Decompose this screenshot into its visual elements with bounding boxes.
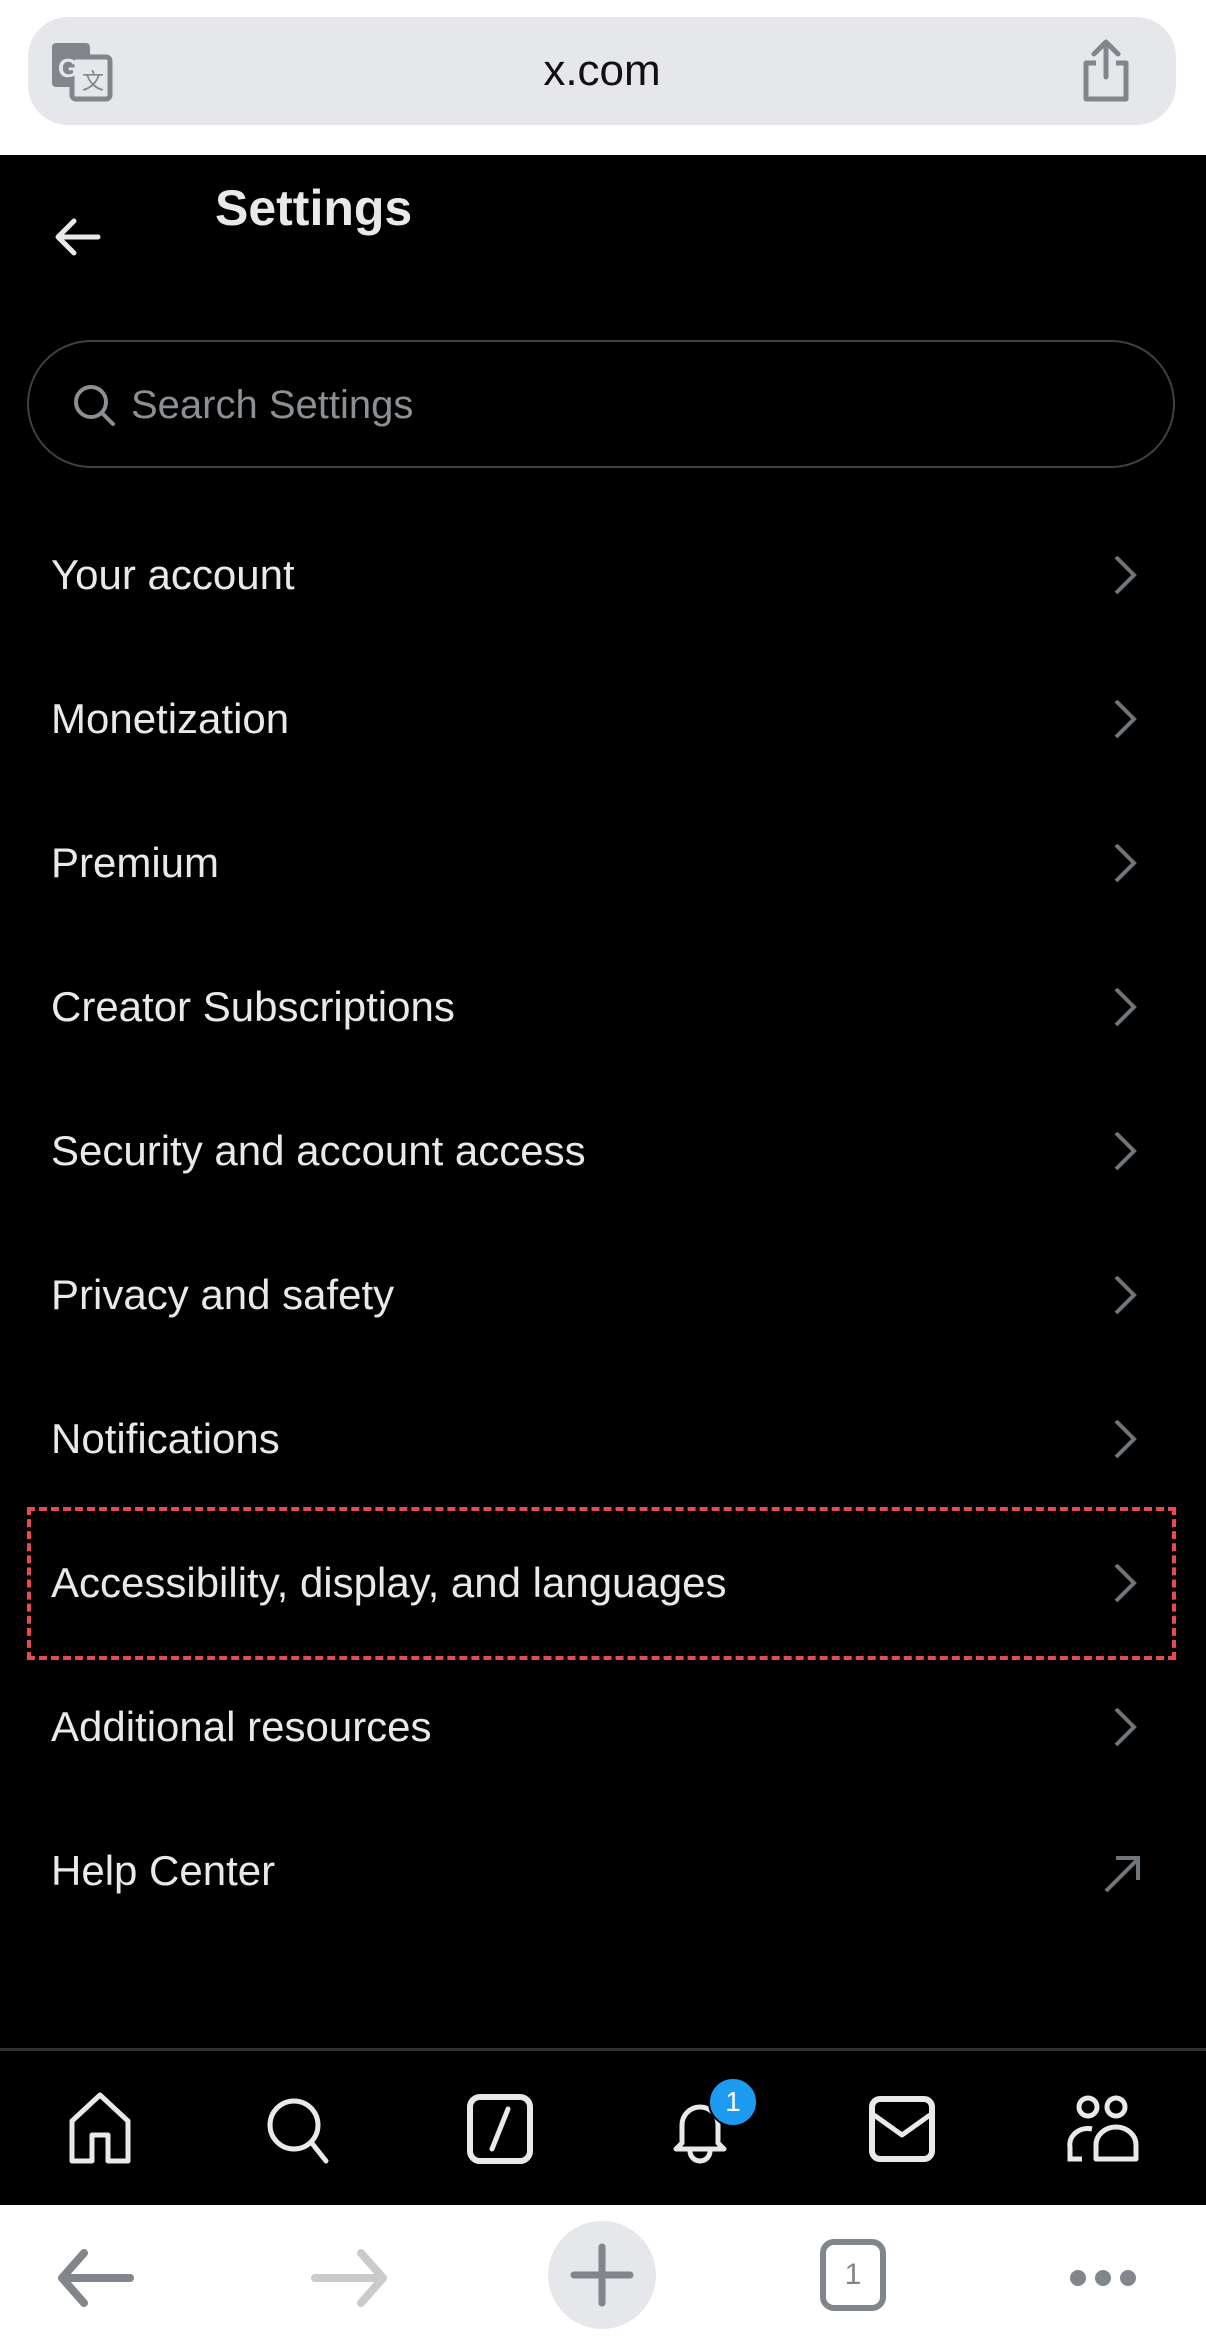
external-link-arrow-icon — [1104, 1856, 1140, 1893]
menu-item-label: Security and account access — [51, 1127, 586, 1174]
mail-icon — [869, 2096, 935, 2162]
menu-item-label: Monetization — [51, 695, 290, 742]
ellipsis-icon — [1070, 2270, 1136, 2286]
nav-communities[interactable] — [1062, 2089, 1142, 2169]
bottom-nav: 1 — [0, 2048, 1206, 2205]
chevron-right-icon — [1114, 699, 1137, 739]
nav-home[interactable] — [60, 2089, 140, 2169]
menu-item-label: Additional resources — [51, 1703, 432, 1750]
search-icon — [71, 382, 117, 428]
people-icon — [1067, 2095, 1139, 2162]
menu-item-additional-resources[interactable]: Additional resources — [0, 1655, 1206, 1799]
menu-item-help-center[interactable]: Help Center — [0, 1799, 1206, 1943]
menu-item-monetization[interactable]: Monetization — [0, 647, 1206, 791]
settings-menu: Your account Monetization Premium Creato… — [0, 503, 1206, 1943]
chevron-right-icon — [1114, 1131, 1137, 1171]
arrow-left-icon — [58, 2249, 134, 2307]
chevron-right-icon — [1114, 843, 1137, 883]
address-bar[interactable]: G 文 x.com — [28, 17, 1176, 125]
menu-item-accessibility[interactable]: Accessibility, display, and languages — [0, 1511, 1206, 1655]
more-options-button[interactable] — [1048, 2223, 1158, 2333]
tab-switcher-button[interactable]: 1 — [820, 2239, 886, 2311]
back-button[interactable] — [48, 207, 108, 267]
menu-item-label: Accessibility, display, and languages — [51, 1559, 727, 1606]
search-settings-field[interactable] — [27, 340, 1175, 468]
browser-bottom-bar: 1 — [0, 2205, 1206, 2341]
menu-item-creator-subscriptions[interactable]: Creator Subscriptions — [0, 935, 1206, 1079]
chevron-right-icon — [1114, 1419, 1137, 1459]
menu-item-label: Creator Subscriptions — [51, 983, 455, 1030]
chevron-right-icon — [1114, 987, 1137, 1027]
chevron-right-icon — [1114, 1275, 1137, 1315]
nav-messages[interactable] — [862, 2089, 942, 2169]
menu-item-label: Notifications — [51, 1415, 280, 1462]
new-tab-button[interactable] — [548, 2221, 656, 2329]
menu-item-premium[interactable]: Premium — [0, 791, 1206, 935]
chevron-right-icon — [1114, 1707, 1137, 1747]
arrow-right-icon — [311, 2249, 387, 2307]
share-icon[interactable] — [1076, 37, 1136, 105]
page-title: Settings — [215, 180, 413, 236]
x-settings-app: Settings Your account Monetization Premi… — [0, 155, 1206, 2205]
arrow-left-icon — [55, 218, 101, 256]
browser-forward-button[interactable] — [295, 2223, 405, 2333]
home-icon — [69, 2092, 131, 2164]
search-input[interactable] — [129, 342, 1133, 468]
menu-item-your-account[interactable]: Your account — [0, 503, 1206, 647]
nav-grok[interactable] — [460, 2089, 540, 2169]
search-icon — [267, 2098, 329, 2164]
menu-item-label: Privacy and safety — [51, 1271, 395, 1318]
menu-item-label: Your account — [51, 551, 295, 598]
menu-item-label: Premium — [51, 839, 220, 886]
plus-icon — [570, 2243, 634, 2307]
menu-item-notifications[interactable]: Notifications — [0, 1367, 1206, 1511]
header: Settings — [0, 155, 1206, 325]
chevron-right-icon — [1114, 1563, 1137, 1603]
menu-item-label: Help Center — [51, 1847, 276, 1894]
chevron-right-icon — [1114, 555, 1137, 595]
menu-item-security[interactable]: Security and account access — [0, 1079, 1206, 1223]
notification-badge: 1 — [708, 2077, 758, 2127]
browser-top-bar: G 文 x.com — [0, 0, 1206, 155]
url-text[interactable]: x.com — [28, 17, 1176, 125]
menu-item-privacy[interactable]: Privacy and safety — [0, 1223, 1206, 1367]
nav-explore[interactable] — [258, 2089, 338, 2169]
grok-icon — [467, 2094, 533, 2164]
browser-back-button[interactable] — [40, 2223, 150, 2333]
